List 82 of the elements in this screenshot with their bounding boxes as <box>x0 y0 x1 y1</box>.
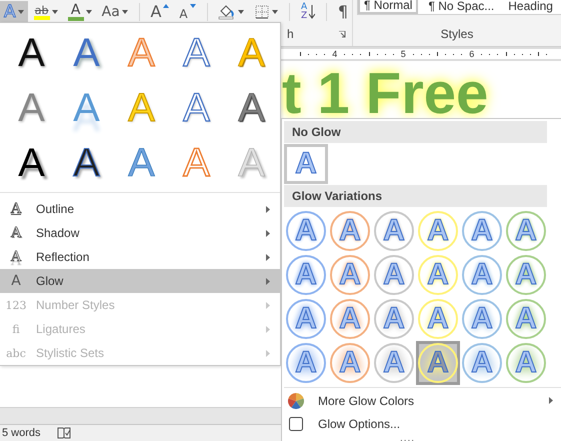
menu-item[interactable]: More Glow Colors <box>284 389 561 412</box>
grow-button[interactable]: A <box>146 1 174 23</box>
launcher-icon <box>339 30 346 38</box>
effect-style-option[interactable]: A <box>114 135 169 190</box>
change-case-button[interactable]: Aa <box>98 1 132 23</box>
effect-style-option[interactable]: A <box>169 135 224 190</box>
effect-style-option[interactable]: A <box>59 80 114 135</box>
style-item[interactable]: ¶ Normal <box>358 0 418 14</box>
menu-item[interactable]: Glow Options... <box>284 412 561 435</box>
caret-icon <box>190 4 196 8</box>
effect-style-option[interactable]: A <box>114 25 169 80</box>
submenu-arrow-icon <box>266 302 270 308</box>
glow-option[interactable]: A <box>504 297 548 341</box>
submenu-arrow-icon <box>266 230 270 236</box>
submenu-arrow-icon <box>266 326 270 332</box>
glow-option[interactable]: A <box>504 253 548 297</box>
word-count[interactable]: 5 words <box>2 427 41 439</box>
effect-style-option[interactable]: A <box>224 80 279 135</box>
dialog-launcher[interactable] <box>339 30 346 38</box>
glow-option[interactable]: A <box>284 253 328 297</box>
ruler-number: 6 <box>469 50 474 58</box>
glow-option[interactable]: A <box>416 253 460 297</box>
glow-option[interactable]: A <box>460 209 504 253</box>
borders-icon <box>254 4 270 20</box>
effect-style-option[interactable]: A <box>4 25 59 80</box>
effect-style-option[interactable]: A <box>224 25 279 80</box>
no-glow-option[interactable]: A <box>284 144 328 184</box>
section-header: Glow Variations <box>284 185 547 207</box>
shrink-button[interactable]: A <box>175 1 200 23</box>
ruler-number: 4 <box>332 50 338 58</box>
caret-icon <box>163 4 170 8</box>
glow-option[interactable]: A <box>372 209 416 253</box>
submenu-arrow-icon <box>266 206 270 212</box>
submenu-arrow-icon <box>266 254 270 260</box>
highlight-button[interactable]: ab <box>30 1 62 23</box>
glow-option[interactable]: A <box>460 341 504 385</box>
down-arrow-icon <box>309 5 316 19</box>
glow-option[interactable]: A <box>460 253 504 297</box>
style-item[interactable]: Heading <box>504 0 557 14</box>
glow-option[interactable]: A <box>284 341 328 385</box>
group-label: h <box>287 27 294 41</box>
menu-item[interactable]: A Reflection <box>0 245 280 269</box>
color-wheel-icon <box>288 392 304 408</box>
menu-item[interactable]: A Shadow <box>0 221 280 245</box>
effect-style-option[interactable]: A <box>59 25 114 80</box>
glow-option[interactable]: A <box>328 341 372 385</box>
effect-style-option[interactable]: A <box>169 80 224 135</box>
style-item[interactable]: ¶ No Spac... <box>424 0 498 14</box>
submenu-arrow-icon <box>266 278 270 284</box>
effect-style-option[interactable]: A <box>224 135 279 190</box>
glow-option[interactable]: A <box>372 253 416 297</box>
glow-option[interactable]: A <box>416 209 460 253</box>
effect-style-option[interactable]: A <box>169 25 224 80</box>
glow-option[interactable]: A <box>328 253 372 297</box>
paint-bucket-icon <box>218 4 236 20</box>
proofing-book-icon[interactable] <box>56 427 71 439</box>
group-label: Styles <box>440 27 474 41</box>
glow-option[interactable]: A <box>328 209 372 253</box>
text-effects-button[interactable]: A <box>0 1 28 23</box>
ruler-number: 5 <box>400 50 406 58</box>
show-marks-button[interactable]: ¶ <box>334 1 352 23</box>
effect-style-option[interactable]: A <box>59 135 114 190</box>
glow-option[interactable]: A <box>504 209 548 253</box>
effect-style-option[interactable]: A <box>4 80 59 135</box>
glow-option[interactable]: A <box>460 297 504 341</box>
font-color-button[interactable]: A <box>64 1 96 23</box>
glow-option[interactable]: A <box>416 341 460 385</box>
menu-item[interactable]: A Glow <box>0 269 280 293</box>
glow-option[interactable]: A <box>504 341 548 385</box>
glow-option[interactable]: A <box>372 341 416 385</box>
glow-option[interactable]: A <box>372 297 416 341</box>
glow-option[interactable]: A <box>284 209 328 253</box>
section-header: No Glow <box>284 121 547 143</box>
checkbox-icon <box>288 416 304 432</box>
glow-option[interactable]: A <box>284 297 328 341</box>
sort-button[interactable]: A Z <box>296 1 320 23</box>
glow-option[interactable]: A <box>416 297 460 341</box>
resize-grip[interactable]: .... <box>400 435 416 441</box>
effect-style-option[interactable]: A <box>114 80 169 135</box>
submenu-arrow-icon <box>266 350 270 356</box>
glow-option[interactable]: A <box>328 297 372 341</box>
effect-style-option[interactable]: A <box>4 135 59 190</box>
